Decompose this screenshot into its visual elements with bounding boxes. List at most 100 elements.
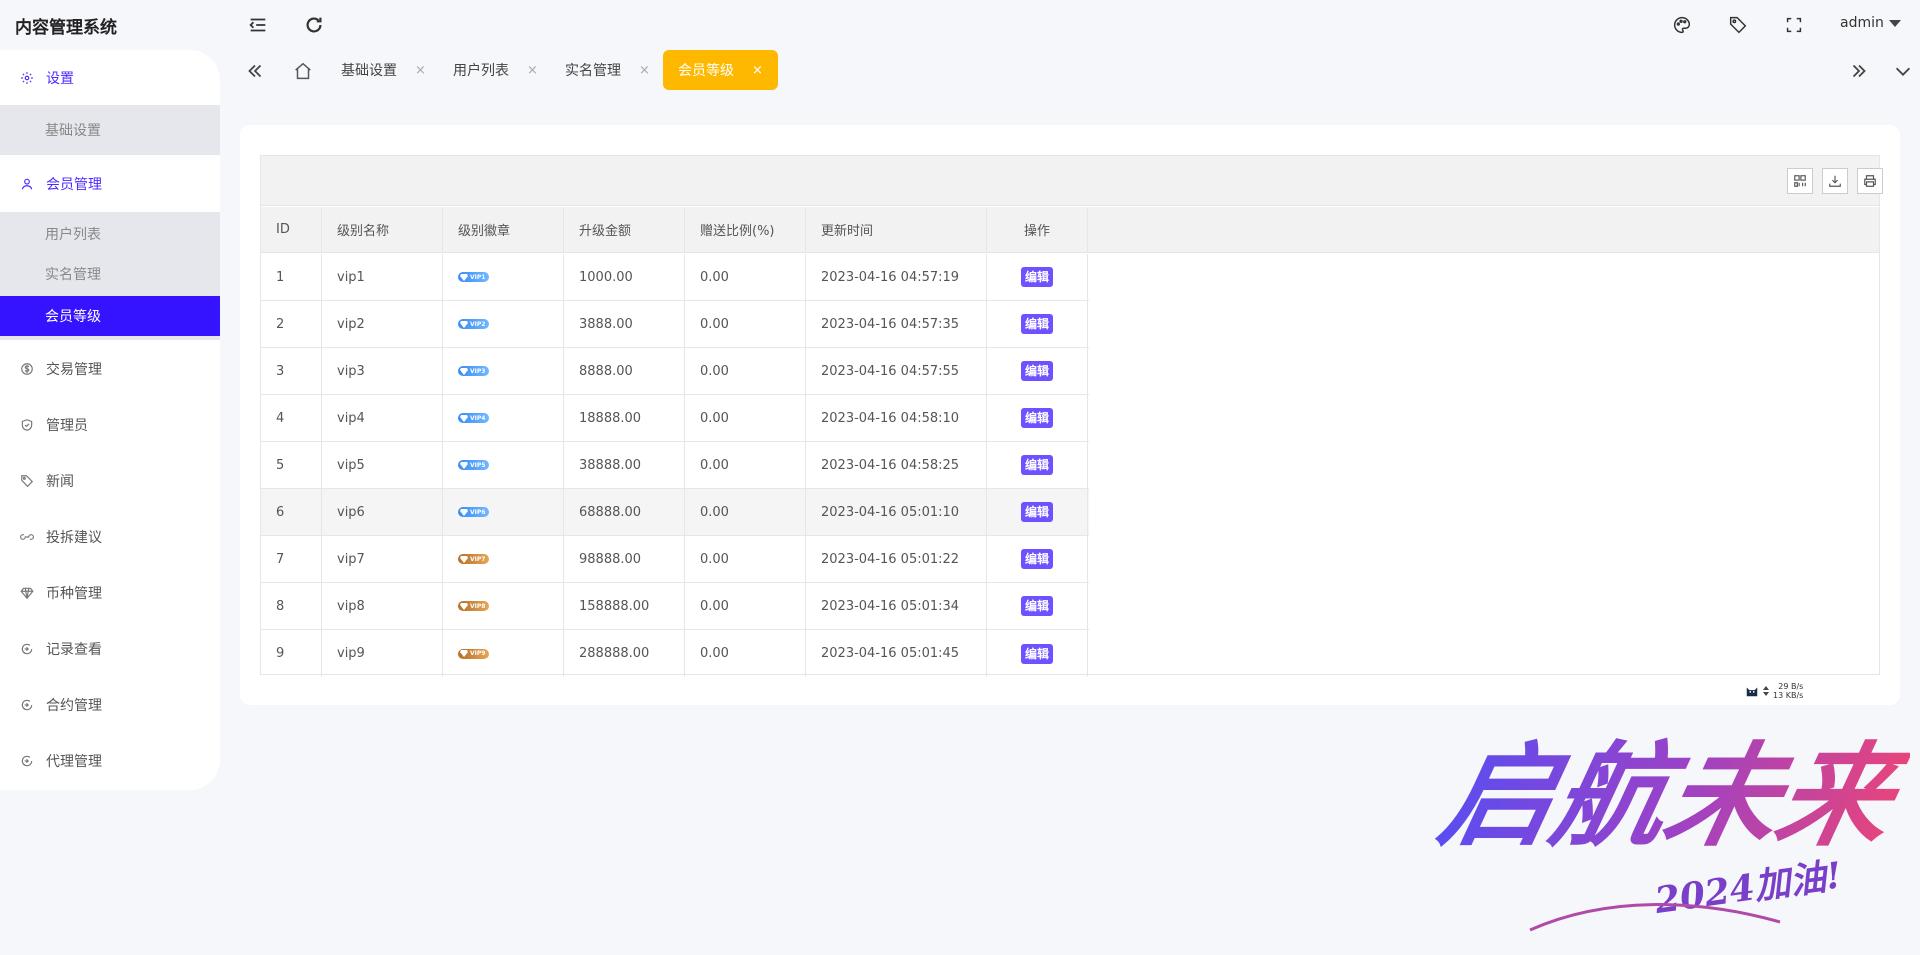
sidebar-subitem-member-level[interactable]: 会员等级 (0, 296, 220, 336)
column-header[interactable]: 级别名称 (322, 207, 443, 252)
tabs-dropdown-icon[interactable] (1892, 60, 1914, 82)
diamond-icon (460, 508, 468, 516)
shield-icon (20, 418, 34, 432)
column-header[interactable]: ID (261, 207, 322, 252)
theme-palette-icon[interactable] (1671, 14, 1693, 36)
user-icon (20, 177, 34, 191)
vip-badge: VIP4 (458, 413, 490, 423)
top-header: 内容管理系统 admin (0, 0, 1920, 50)
columns-filter-icon[interactable] (1787, 168, 1813, 194)
tag-icon[interactable] (1727, 14, 1749, 36)
vip-badge: VIP2 (458, 319, 490, 329)
print-icon[interactable] (1857, 168, 1883, 194)
vip-badge-text: VIP6 (470, 508, 486, 516)
sidebar-item-contracts[interactable]: 合约管理 (0, 680, 220, 730)
edit-button[interactable]: 编辑 (1020, 549, 1053, 569)
tab-label: 实名管理 (565, 63, 621, 79)
table-row[interactable]: 2 vip2 VIP2 3888.00 0.00 2023-04-16 04:57:35 编… (261, 301, 1089, 348)
cell-updated-time: 2023-04-16 05:01:22 (806, 536, 987, 582)
column-header[interactable]: 操作 (987, 207, 1088, 252)
column-header[interactable]: 级别徽章 (443, 207, 564, 252)
table-row[interactable]: 9 vip9 VIP9 288888.00 0.00 2023-04-16 05:01:4… (261, 630, 1089, 677)
tag-icon (20, 474, 34, 488)
watermark-main-text: 启航未来 (1430, 730, 1910, 862)
cell-action: 编辑 (987, 254, 1088, 300)
sidebar-item-news[interactable]: 新闻 (0, 456, 220, 506)
cell-upgrade-amount: 68888.00 (564, 489, 685, 535)
close-icon[interactable]: × (752, 63, 763, 78)
tab-member-level[interactable]: 会员等级 × (663, 50, 778, 90)
sidebar-item-records[interactable]: 记录查看 (0, 624, 220, 674)
sidebar-item-trade[interactable]: 交易管理 (0, 344, 220, 394)
column-header[interactable]: 升级金额 (564, 207, 685, 252)
vip-badge: VIP8 (458, 601, 490, 611)
tabs-scroll-left-icon[interactable] (244, 60, 266, 82)
edit-button[interactable]: 编辑 (1020, 408, 1053, 428)
cell-bonus-ratio: 0.00 (685, 583, 806, 629)
table-row[interactable]: 4 vip4 VIP4 18888.00 0.00 2023-04-16 04:58:10… (261, 395, 1089, 442)
sidebar-item-settings[interactable]: 设置 (0, 53, 220, 103)
sidebar-item-currency[interactable]: 币种管理 (0, 568, 220, 618)
cell-updated-time: 2023-04-16 04:57:19 (806, 254, 987, 300)
edit-button[interactable]: 编辑 (1020, 502, 1053, 522)
sidebar-item-agents[interactable]: 代理管理 (0, 736, 220, 786)
close-icon[interactable]: × (527, 63, 538, 78)
cell-upgrade-amount: 38888.00 (564, 442, 685, 488)
dollar-icon (20, 362, 34, 376)
tab-label: 用户列表 (453, 63, 509, 79)
sidebar-item-label: 管理员 (46, 418, 88, 434)
edit-button[interactable]: 编辑 (1020, 314, 1053, 334)
edit-button[interactable]: 编辑 (1020, 596, 1053, 616)
diamond-icon (460, 320, 468, 328)
column-header[interactable]: 赠送比例(%) (685, 207, 806, 252)
export-icon[interactable] (1822, 168, 1848, 194)
menu-fold-icon[interactable] (247, 14, 269, 36)
table-row[interactable]: 7 vip7 VIP7 98888.00 0.00 2023-04-16 05:01:22… (261, 536, 1089, 583)
close-icon[interactable]: × (415, 63, 426, 78)
tabs-scroll-right-icon[interactable] (1848, 60, 1870, 82)
cell-bonus-ratio: 0.00 (685, 536, 806, 582)
sidebar-subitem-basic-settings[interactable]: 基础设置 (0, 110, 220, 150)
refresh-icon[interactable] (303, 14, 325, 36)
table-row[interactable]: 5 vip5 VIP5 38888.00 0.00 2023-04-16 04:58:25… (261, 442, 1089, 489)
watermark-sub-text: 2024加油! (1651, 854, 1844, 922)
tab-basic-settings[interactable]: 基础设置 × (341, 50, 426, 90)
sidebar-item-feedback[interactable]: 投拆建议 (0, 512, 220, 562)
cell-action: 编辑 (987, 301, 1088, 347)
sidebar-subitem-label: 实名管理 (45, 267, 101, 283)
user-menu[interactable]: admin (1840, 15, 1901, 31)
sidebar-subitem-user-list[interactable]: 用户列表 (0, 214, 220, 254)
fullscreen-icon[interactable] (1783, 14, 1805, 36)
sidebar-item-admin[interactable]: 管理员 (0, 400, 220, 450)
cell-updated-time: 2023-04-16 04:58:25 (806, 442, 987, 488)
vip-badge-text: VIP3 (470, 367, 486, 375)
sidebar-subitem-label: 会员等级 (45, 309, 101, 325)
sidebar-item-label: 合约管理 (46, 698, 102, 714)
column-header[interactable]: 更新时间 (806, 207, 987, 252)
diamond-icon (460, 273, 468, 281)
edit-button[interactable]: 编辑 (1020, 267, 1053, 287)
cell-id: 2 (261, 301, 322, 347)
home-icon[interactable] (292, 60, 314, 82)
sidebar-subitem-label: 用户列表 (45, 227, 101, 243)
vip-badge: VIP9 (458, 648, 490, 659)
sidebar-item-members[interactable]: 会员管理 (0, 159, 220, 209)
vip-badge-text: VIP1 (470, 273, 486, 281)
table-row[interactable]: 8 vip8 VIP8 158888.00 0.00 2023-04-16 05:01:3… (261, 583, 1089, 630)
sidebar-subitem-realname[interactable]: 实名管理 (0, 254, 220, 294)
cell-id: 4 (261, 395, 322, 441)
edit-button[interactable]: 编辑 (1020, 455, 1053, 475)
vip-badge-text: VIP8 (470, 602, 486, 610)
edit-button[interactable]: 编辑 (1020, 361, 1053, 381)
sidebar: 设置 基础设置 会员管理 用户列表 实名管理 会员等级 交易管理 管理员 新闻 … (0, 50, 220, 790)
close-icon[interactable]: × (639, 63, 650, 78)
edit-button[interactable]: 编辑 (1020, 643, 1053, 664)
table-row[interactable]: 6 vip6 VIP6 68888.00 0.00 2023-04-16 05:01:10… (261, 489, 1089, 536)
tab-realname[interactable]: 实名管理 × (565, 50, 650, 90)
tab-user-list[interactable]: 用户列表 × (453, 50, 538, 90)
table-row[interactable]: 1 vip1 VIP1 1000.00 0.00 2023-04-16 04:57:19 编… (261, 254, 1089, 301)
cell-upgrade-amount: 18888.00 (564, 395, 685, 441)
table-row[interactable]: 3 vip3 VIP3 8888.00 0.00 2023-04-16 04:57:55 编… (261, 348, 1089, 395)
cell-badge: VIP6 (443, 489, 564, 535)
watermark-calligraphy: 启航未来 2024加油! (1430, 730, 1910, 932)
